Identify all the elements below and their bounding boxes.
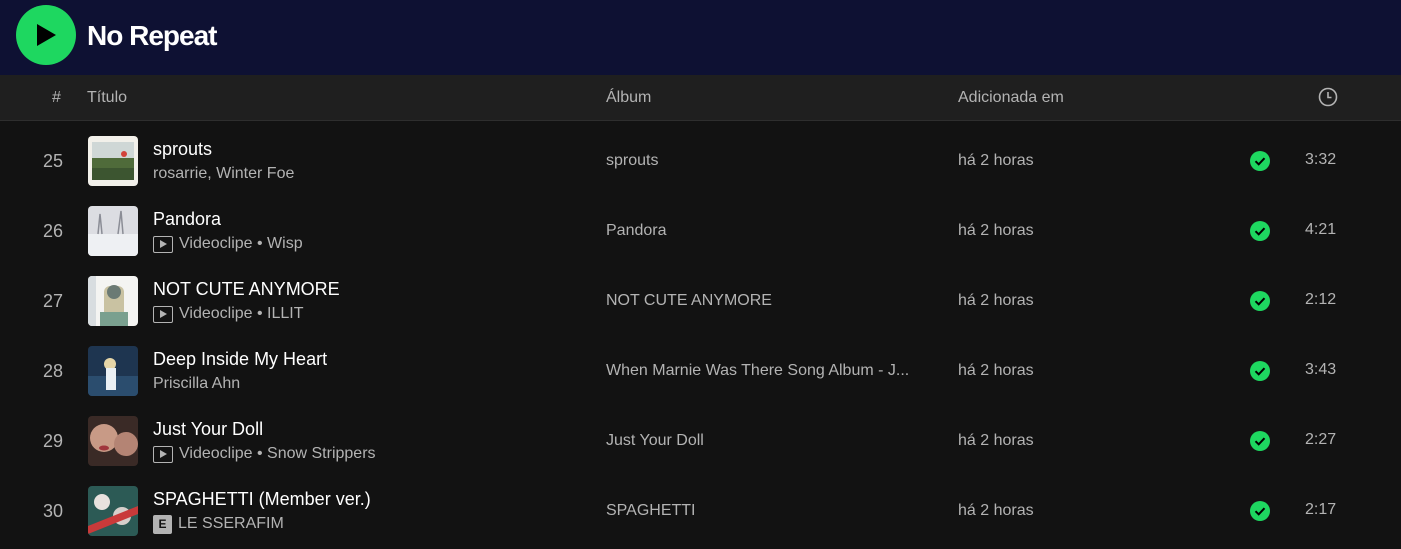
track-artists: rosarrie, Winter Foe xyxy=(153,164,294,184)
play-button[interactable] xyxy=(16,5,76,65)
track-number: 28 xyxy=(42,361,63,381)
track-number: 29 xyxy=(42,431,63,451)
tracklist-header: # Título Álbum Adicionada em xyxy=(0,75,1401,121)
track-duration: 2:12 xyxy=(1305,291,1337,308)
track-subtitle[interactable]: Videoclipe • ILLIT xyxy=(179,304,304,324)
track-duration: 2:17 xyxy=(1305,501,1337,518)
saved-check-icon[interactable] xyxy=(1250,221,1270,241)
track-duration: 4:21 xyxy=(1305,221,1337,238)
album-cover xyxy=(88,486,138,536)
column-header-added[interactable]: Adicionada em xyxy=(958,88,1064,108)
track-number: 25 xyxy=(42,151,63,171)
column-header-title[interactable]: Título xyxy=(87,88,127,108)
track-added-date: há 2 horas xyxy=(958,152,1034,169)
track-added-date: há 2 horas xyxy=(958,292,1034,309)
track-added-date: há 2 horas xyxy=(958,222,1034,239)
page-title: No Repeat xyxy=(87,20,217,51)
track-title[interactable]: Just Your Doll xyxy=(153,418,263,440)
playlist-header: No Repeat xyxy=(0,0,1401,75)
track-row[interactable]: 29 Just Your Doll Videoclipe • Snow Stri… xyxy=(0,406,1401,476)
album-cover xyxy=(88,346,138,396)
track-row[interactable]: 30 SPAGHETTI (Member ver.) E LE SSERAFIM… xyxy=(0,476,1401,546)
album-cover xyxy=(88,416,138,466)
track-artists: Videoclipe • ILLIT xyxy=(153,304,304,324)
album-cover xyxy=(88,276,138,326)
music-video-icon xyxy=(153,305,173,323)
track-added-date: há 2 horas xyxy=(958,362,1034,379)
track-album[interactable]: When Marnie Was There Song Album - J... xyxy=(606,361,938,381)
saved-check-icon[interactable] xyxy=(1250,501,1270,521)
column-header-album[interactable]: Álbum xyxy=(606,88,651,108)
music-video-icon xyxy=(153,235,173,253)
tracklist: 25 sprouts rosarrie, Winter Foe sprouts … xyxy=(0,126,1401,546)
saved-check-icon[interactable] xyxy=(1250,361,1270,381)
track-artists: Priscilla Ahn xyxy=(153,374,240,394)
saved-check-icon[interactable] xyxy=(1250,151,1270,171)
track-title[interactable]: sprouts xyxy=(153,138,212,160)
track-album[interactable]: SPAGHETTI xyxy=(606,501,938,521)
track-row[interactable]: 28 Deep Inside My Heart Priscilla Ahn Wh… xyxy=(0,336,1401,406)
clock-icon[interactable] xyxy=(1318,87,1338,107)
track-added-date: há 2 horas xyxy=(958,502,1034,519)
track-subtitle[interactable]: LE SSERAFIM xyxy=(178,514,284,534)
track-duration: 3:32 xyxy=(1305,151,1337,168)
track-subtitle[interactable]: rosarrie, Winter Foe xyxy=(153,164,294,184)
music-video-icon xyxy=(153,445,173,463)
track-subtitle[interactable]: Videoclipe • Wisp xyxy=(179,234,303,254)
track-duration: 3:43 xyxy=(1305,361,1337,378)
track-duration: 2:27 xyxy=(1305,431,1337,448)
track-album[interactable]: Pandora xyxy=(606,221,938,241)
track-title[interactable]: Pandora xyxy=(153,208,221,230)
saved-check-icon[interactable] xyxy=(1250,291,1270,311)
album-cover xyxy=(88,136,138,186)
column-header-number: # xyxy=(52,89,61,106)
track-artists: Videoclipe • Snow Strippers xyxy=(153,444,376,464)
track-number: 30 xyxy=(42,501,63,521)
track-artists: Videoclipe • Wisp xyxy=(153,234,303,254)
track-album[interactable]: Just Your Doll xyxy=(606,431,938,451)
explicit-badge: E xyxy=(153,514,172,534)
track-title[interactable]: Deep Inside My Heart xyxy=(153,348,327,370)
track-row[interactable]: 25 sprouts rosarrie, Winter Foe sprouts … xyxy=(0,126,1401,196)
track-subtitle[interactable]: Priscilla Ahn xyxy=(153,374,240,394)
album-cover xyxy=(88,206,138,256)
track-number: 26 xyxy=(42,221,63,241)
track-album[interactable]: NOT CUTE ANYMORE xyxy=(606,291,938,311)
track-subtitle[interactable]: Videoclipe • Snow Strippers xyxy=(179,444,376,464)
track-artists: E LE SSERAFIM xyxy=(153,514,284,534)
track-number: 27 xyxy=(42,291,63,311)
play-icon xyxy=(37,24,56,46)
track-album[interactable]: sprouts xyxy=(606,151,938,171)
saved-check-icon[interactable] xyxy=(1250,431,1270,451)
track-added-date: há 2 horas xyxy=(958,432,1034,449)
track-row[interactable]: 26 Pandora Videoclipe • Wisp Pandora há … xyxy=(0,196,1401,266)
track-title[interactable]: SPAGHETTI (Member ver.) xyxy=(153,488,371,510)
track-title[interactable]: NOT CUTE ANYMORE xyxy=(153,278,340,300)
track-row[interactable]: 27 NOT CUTE ANYMORE Videoclipe • ILLIT N… xyxy=(0,266,1401,336)
